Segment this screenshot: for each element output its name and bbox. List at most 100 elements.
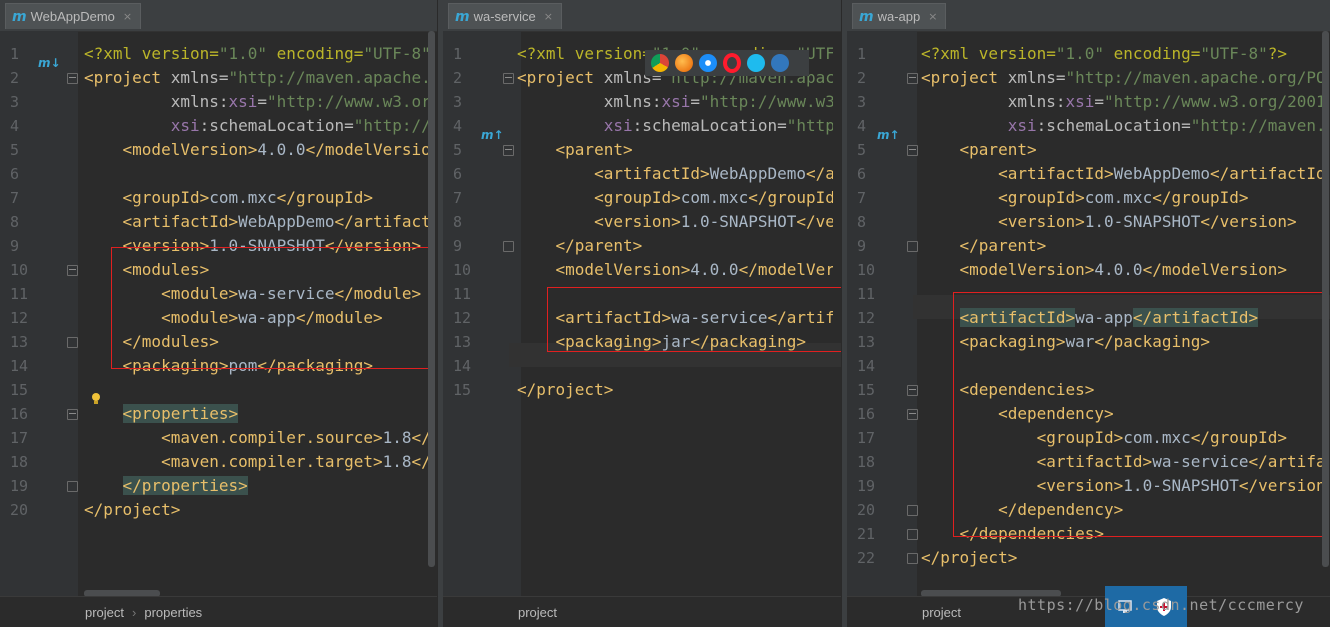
code-line[interactable]: </project> <box>921 546 1017 570</box>
editor-pane-wa-app[interactable]: m wa-app × 1 2 3 4 5 6 7 8 9 10 11 12 13 14 15 16 17 18 19… <box>847 0 1330 627</box>
line-number: 6 <box>857 165 867 183</box>
code-line[interactable]: <?xml version="1.0" encoding="UTF-8"?> <box>921 42 1287 66</box>
fold-end-icon[interactable] <box>907 529 918 540</box>
code-line[interactable]: </properties> <box>84 474 248 498</box>
fold-end-icon[interactable] <box>67 481 78 492</box>
fold-toggle-icon[interactable] <box>67 265 78 276</box>
code-line[interactable]: xmlns:xsi="http://www.w3.org/2001/XMLSch… <box>84 90 429 114</box>
maven-parent-icon[interactable]: m↑ <box>481 128 504 144</box>
code-line[interactable]: <version>1.0-SNAPSHOT</version> <box>517 210 833 234</box>
maven-parent-icon[interactable]: m↑ <box>877 128 900 144</box>
line-number: 5 <box>453 141 463 159</box>
code-line[interactable]: <modelVersion>4.0.0</modelVersion> <box>517 258 833 282</box>
line-number: 4 <box>857 117 867 135</box>
tab-webappdemo[interactable]: m WebAppDemo × <box>5 3 142 29</box>
code-line[interactable]: <parent> <box>517 138 633 162</box>
ie-icon[interactable] <box>747 54 765 72</box>
line-number: 11 <box>453 285 472 303</box>
code-line[interactable]: </project> <box>84 498 180 522</box>
close-icon[interactable]: × <box>928 10 937 23</box>
line-number: 1 <box>453 45 463 63</box>
code-line[interactable]: <maven.compiler.source>1.8</maven.compil… <box>84 426 429 450</box>
code-line[interactable]: <artifactId>WebAppDemo</artifactId> <box>84 210 429 234</box>
code-line[interactable]: <modelVersion>4.0.0</modelVersion> <box>921 258 1288 282</box>
line-number: 9 <box>10 237 20 255</box>
code-line[interactable]: </project> <box>517 378 613 402</box>
breadcrumb-item-project[interactable]: project <box>518 605 557 620</box>
fold-toggle-icon[interactable] <box>907 145 918 156</box>
line-number: 7 <box>453 189 463 207</box>
line-number: 10 <box>857 261 876 279</box>
code-line[interactable]: <parent> <box>921 138 1037 162</box>
firefox-icon[interactable] <box>675 54 693 72</box>
tab-title: wa-service <box>473 9 536 24</box>
code-line[interactable]: <groupId>com.mxc</groupId> <box>921 186 1248 210</box>
fold-end-icon[interactable] <box>503 241 514 252</box>
vertical-scrollbar[interactable] <box>1322 31 1329 567</box>
line-number: 20 <box>10 501 29 519</box>
line-number: 14 <box>10 357 29 375</box>
fold-end-icon[interactable] <box>907 505 918 516</box>
edge-icon[interactable] <box>771 54 789 72</box>
code-line[interactable]: <groupId>com.mxc</groupId> <box>517 186 833 210</box>
fold-end-icon[interactable] <box>907 241 918 252</box>
fold-toggle-icon[interactable] <box>907 385 918 396</box>
editor-pane-wa-service[interactable]: m wa-service × 1 2 3 4 5 6 7 8 9 10 11 12 13 14 15 <?x… <box>443 0 841 627</box>
lightbulb-icon[interactable] <box>90 392 102 406</box>
line-number: 8 <box>10 213 20 231</box>
chrome-icon[interactable] <box>651 54 669 72</box>
code-line[interactable]: </parent> <box>517 234 643 258</box>
fold-toggle-icon[interactable] <box>907 409 918 420</box>
editor-pane-webappdemo[interactable]: m WebAppDemo × 1 2 3 4 5 6 7 8 9 10 11 12 13 14 15 16 17… <box>0 0 437 627</box>
line-number: 12 <box>857 309 876 327</box>
code-line[interactable]: xsi:schemaLocation="http://maven.apache.… <box>517 114 833 138</box>
code-line[interactable]: xsi:schemaLocation="http://maven.apache.… <box>84 114 429 138</box>
line-number: 1 <box>857 45 867 63</box>
tab-wa-app[interactable]: m wa-app × <box>852 3 947 29</box>
code-line[interactable]: <maven.compiler.target>1.8</maven.compil… <box>84 450 429 474</box>
browser-preview-bar <box>645 50 809 76</box>
safari-icon[interactable] <box>699 54 717 72</box>
line-number: 14 <box>857 357 876 375</box>
line-number: 11 <box>857 285 876 303</box>
maven-file-icon: m <box>12 8 27 25</box>
code-line[interactable]: <properties> <box>84 402 239 426</box>
line-gutter: 1 2 3 4 5 6 7 8 9 10 11 12 13 14 15 16 17 18 19 20 21 22 <box>847 31 918 597</box>
line-number: 7 <box>857 189 867 207</box>
code-line[interactable]: <artifactId>WebAppDemo</artifactId> <box>921 162 1322 186</box>
code-line[interactable]: </parent> <box>921 234 1047 258</box>
maven-module-icon[interactable]: m↓ <box>38 56 61 72</box>
maven-file-icon: m <box>455 8 470 25</box>
code-line[interactable]: <?xml version="1.0" encoding="UTF-8"?> <box>84 42 429 66</box>
code-line[interactable]: xsi:schemaLocation="http://maven.apache.… <box>921 114 1322 138</box>
line-number: 15 <box>453 381 472 399</box>
breadcrumb-item-project[interactable]: project <box>85 605 124 620</box>
code-line[interactable]: xmlns:xsi="http://www.w3.org/2001/XMLSch… <box>517 90 833 114</box>
code-line[interactable]: xmlns:xsi="http://www.w3.org/2001/XMLSch… <box>921 90 1322 114</box>
line-number: 11 <box>10 285 29 303</box>
breadcrumb-item-properties[interactable]: properties <box>144 605 202 620</box>
code-line[interactable]: <project xmlns="http://maven.apache.org/… <box>84 66 429 90</box>
code-line[interactable]: <modelVersion>4.0.0</modelVersion> <box>84 138 429 162</box>
fold-toggle-icon[interactable] <box>503 73 514 84</box>
code-line[interactable]: <groupId>com.mxc</groupId> <box>84 186 373 210</box>
close-icon[interactable]: × <box>123 10 132 23</box>
close-icon[interactable]: × <box>544 10 553 23</box>
code-line[interactable]: <artifactId>WebAppDemo</artifactId> <box>517 162 833 186</box>
fold-end-icon[interactable] <box>67 337 78 348</box>
line-number: 14 <box>453 357 472 375</box>
fold-toggle-icon[interactable] <box>907 73 918 84</box>
fold-end-icon[interactable] <box>907 553 918 564</box>
vertical-scrollbar[interactable] <box>428 31 435 567</box>
opera-icon[interactable] <box>723 53 741 73</box>
line-number: 20 <box>857 501 876 519</box>
breadcrumb-separator: › <box>132 604 137 620</box>
tab-wa-service[interactable]: m wa-service × <box>448 3 562 29</box>
code-line[interactable]: <project xmlns="http://maven.apache.org/… <box>921 66 1322 90</box>
code-line[interactable]: <version>1.0-SNAPSHOT</version> <box>921 210 1297 234</box>
line-number: 3 <box>453 93 463 111</box>
fold-toggle-icon[interactable] <box>67 73 78 84</box>
breadcrumb-item-project[interactable]: project <box>922 605 961 620</box>
fold-toggle-icon[interactable] <box>503 145 514 156</box>
fold-toggle-icon[interactable] <box>67 409 78 420</box>
